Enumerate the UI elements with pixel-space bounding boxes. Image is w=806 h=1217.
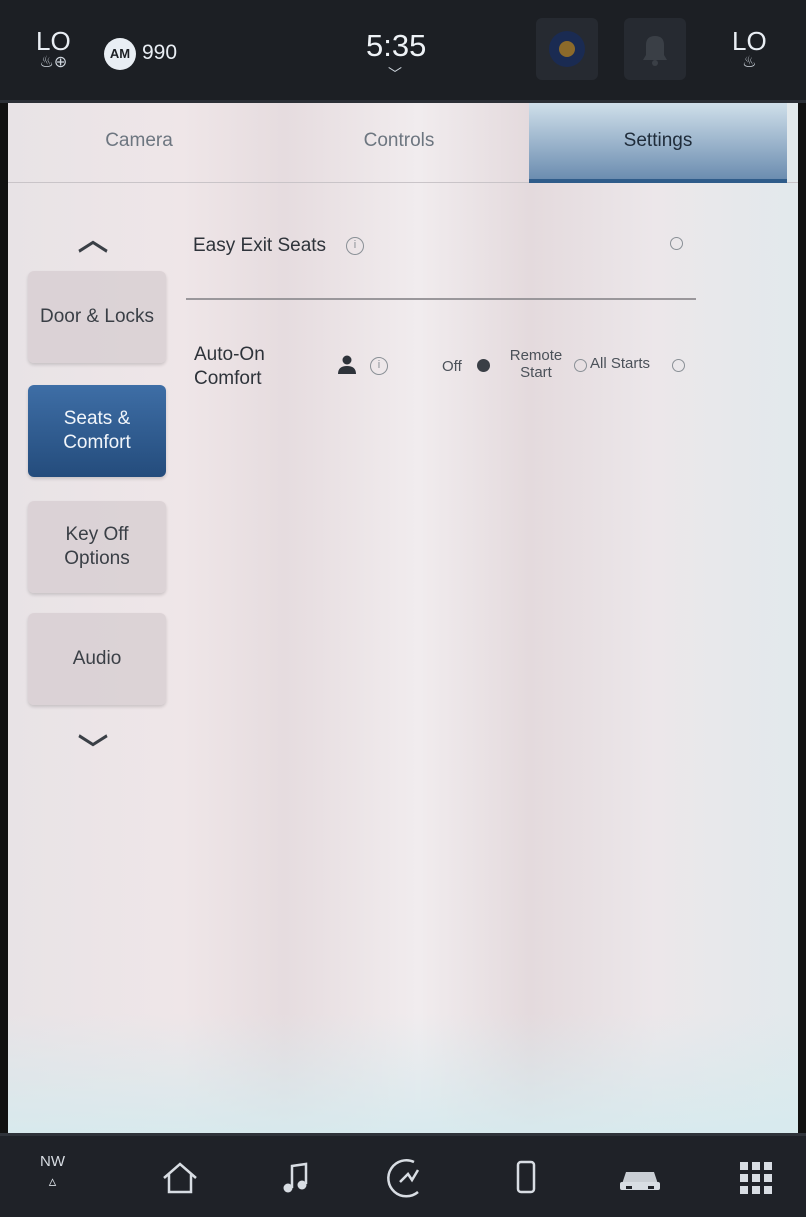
bell-icon	[643, 36, 667, 66]
option-all-starts-label: All Starts	[590, 355, 651, 372]
home-button[interactable]	[150, 1150, 210, 1206]
settings-screen: Camera Controls Settings ︿ Door & Locks …	[8, 103, 798, 1133]
bottom-nav-bar: NW ▵	[0, 1133, 806, 1217]
apps-button[interactable]	[726, 1150, 786, 1206]
tab-camera[interactable]: Camera	[10, 103, 268, 183]
option-remote-start-radio[interactable]	[574, 359, 587, 372]
chevron-down-icon[interactable]: ﹀	[78, 725, 108, 769]
media-button[interactable]	[266, 1150, 326, 1206]
option-off-label: Off	[442, 358, 462, 375]
sidebar-item-key-off-options[interactable]: Key Off Options	[28, 501, 166, 593]
driver-temp-value: LO	[36, 26, 71, 56]
heated-seat-wheel-icon: ♨⊕	[39, 54, 68, 71]
driver-climate-temp[interactable]: LO ♨⊕	[36, 28, 71, 72]
compass-arrow-icon: ▵	[48, 1173, 57, 1190]
chevron-up-icon[interactable]: ︿	[78, 215, 108, 259]
info-icon[interactable]: i	[346, 237, 364, 255]
vehicle-button[interactable]	[610, 1150, 670, 1206]
tab-bar: Camera Controls Settings	[8, 103, 798, 183]
apps-grid-icon	[740, 1162, 772, 1194]
passenger-temp-value: LO	[732, 26, 767, 56]
radio-band-badge[interactable]: AM	[104, 38, 136, 70]
tab-settings[interactable]: Settings	[529, 103, 787, 183]
heated-seat-icon: ♨	[742, 54, 757, 71]
sidebar-item-door-locks[interactable]: Door & Locks	[28, 271, 166, 363]
easy-exit-seats-label: Easy Exit Seats	[193, 235, 327, 256]
voice-assistant-icon	[549, 31, 585, 67]
info-icon[interactable]: i	[370, 357, 388, 375]
sidebar-item-seats-comfort[interactable]: Seats & Comfort	[28, 385, 166, 477]
sidebar-item-audio[interactable]: Audio	[28, 613, 166, 705]
radio-frequency[interactable]: 990	[142, 41, 177, 65]
driver-profile-icon	[338, 355, 356, 374]
auto-on-comfort-label: Auto-On Comfort	[194, 344, 265, 389]
compass-indicator: NW ▵	[40, 1152, 65, 1192]
phone-icon	[516, 1160, 536, 1194]
music-icon	[283, 1162, 308, 1193]
tab-controls[interactable]: Controls	[270, 103, 528, 183]
driver-assist-icon	[387, 1159, 420, 1198]
home-icon	[163, 1162, 197, 1194]
driver-assist-button[interactable]	[376, 1150, 436, 1206]
status-bar: LO ♨⊕ AM 990 5:35 ﹀ LO ♨	[0, 0, 806, 103]
compass-heading: NW	[40, 1153, 65, 1170]
row-divider	[186, 298, 696, 300]
passenger-climate-temp[interactable]: LO ♨	[732, 28, 767, 72]
easy-exit-seats-toggle[interactable]	[670, 237, 683, 250]
clock[interactable]: 5:35	[366, 28, 426, 64]
option-remote-start-label: Remote Start	[509, 347, 563, 381]
vehicle-icon	[620, 1172, 660, 1190]
notifications-button[interactable]	[624, 18, 686, 80]
option-off-radio[interactable]	[477, 359, 490, 372]
phone-button[interactable]	[496, 1150, 556, 1206]
voice-assistant-button[interactable]	[536, 18, 598, 80]
chevron-down-icon[interactable]: ﹀	[388, 64, 402, 84]
option-all-starts-radio[interactable]	[672, 359, 685, 372]
